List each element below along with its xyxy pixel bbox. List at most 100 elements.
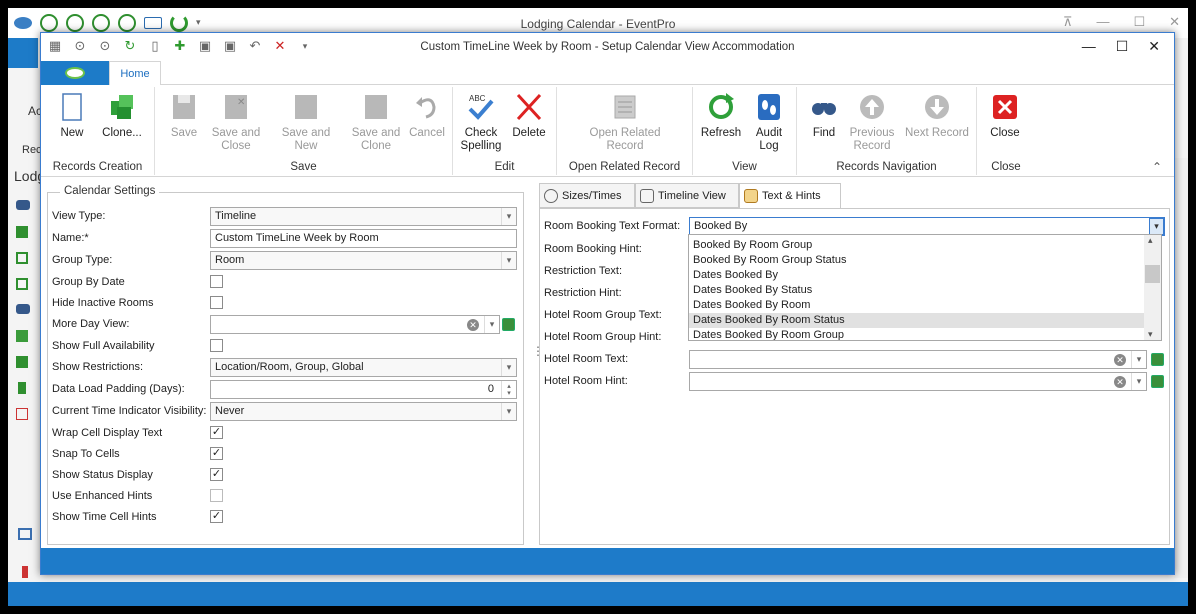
save-and-close-button[interactable]: ✕ Save and Close xyxy=(209,91,263,153)
restore-ribbon-icon[interactable]: ⊼ xyxy=(1063,14,1073,30)
dropdown-option[interactable]: Booked By Room Group Status xyxy=(689,253,1144,268)
grid-icon[interactable] xyxy=(16,356,28,368)
hotel-room-hint-select[interactable]: ✕ ▾ xyxy=(689,372,1147,391)
use-enhanced-hints-label: Use Enhanced Hints xyxy=(52,490,153,502)
dropdown-option[interactable]: Booked By Room Group xyxy=(689,238,1144,253)
show-status-display-label: Show Status Display xyxy=(52,469,153,481)
save-button[interactable]: Save xyxy=(167,91,201,140)
cancel-button-label: Cancel xyxy=(409,127,445,139)
maximize-icon[interactable]: ☐ xyxy=(1116,38,1129,55)
show-full-availability-checkbox[interactable] xyxy=(210,339,223,352)
group-by-date-checkbox[interactable] xyxy=(210,275,223,288)
chevron-down-icon[interactable]: ▾ xyxy=(501,359,516,376)
group-title: Edit xyxy=(494,161,515,173)
spinner-icon[interactable]: ▴ ▾ xyxy=(501,381,516,398)
current-time-indicator-select[interactable]: Never ▾ xyxy=(210,402,517,421)
chevron-down-icon[interactable]: ▾ xyxy=(501,252,516,269)
save-and-clone-button[interactable]: Save and Clone xyxy=(349,91,403,153)
grid-icon[interactable] xyxy=(16,330,28,342)
chevron-down-icon[interactable]: ▾ xyxy=(501,208,516,225)
app-menu-button[interactable] xyxy=(41,61,109,85)
clear-icon[interactable]: ✕ xyxy=(1114,376,1126,388)
delete-button[interactable]: Delete xyxy=(509,91,549,140)
calendar-icon[interactable] xyxy=(16,408,28,420)
open-related-record-button[interactable]: Open Related Record xyxy=(583,91,667,153)
save-new-icon xyxy=(295,95,317,119)
ribbon: New Clone... Records Creation Save ✕ Sav… xyxy=(41,85,1174,177)
minimize-icon[interactable]: — xyxy=(1082,38,1096,55)
clone-button[interactable]: Clone... xyxy=(97,91,147,140)
close-button[interactable]: Close xyxy=(987,91,1023,140)
hide-inactive-rooms-checkbox[interactable] xyxy=(210,296,223,309)
snap-to-cells-checkbox[interactable]: ✓ xyxy=(210,447,223,460)
hotel-room-text-select[interactable]: ✕ ▾ xyxy=(689,350,1147,369)
pin-icon[interactable] xyxy=(22,566,28,578)
grid-icon[interactable] xyxy=(16,226,28,238)
use-enhanced-hints-checkbox[interactable] xyxy=(210,489,223,502)
tab-sizes-times[interactable]: Sizes/Times xyxy=(539,183,635,208)
maximize-icon[interactable]: ☐ xyxy=(1133,14,1145,30)
data-load-padding-spinner[interactable]: 0 ▴ ▾ xyxy=(210,380,517,399)
wrap-cell-display-text-checkbox[interactable]: ✓ xyxy=(210,426,223,439)
refresh-button[interactable]: Refresh xyxy=(699,91,743,140)
calendar-settings-group: Calendar Settings View Type: Timeline ▾ … xyxy=(47,185,524,545)
group-type-select[interactable]: Room ▾ xyxy=(210,251,517,270)
scroll-down-icon[interactable]: ▾ xyxy=(1148,329,1153,340)
chevron-down-icon[interactable]: ▾ xyxy=(1131,373,1146,390)
scroll-up-icon[interactable]: ▴ xyxy=(1148,235,1153,246)
dropdown-option-selected[interactable]: Dates Booked By Room Status xyxy=(689,313,1144,328)
binoculars-icon xyxy=(812,103,836,115)
name-row: Name:* Custom TimeLine Week by Room xyxy=(52,229,518,249)
check-spelling-button[interactable]: ABC Check Spelling xyxy=(459,91,503,153)
calendar-icon[interactable] xyxy=(16,278,28,290)
next-record-button[interactable]: Next Record xyxy=(903,91,971,140)
chevron-down-icon[interactable]: ▾ xyxy=(1131,351,1146,368)
new-button[interactable]: New xyxy=(55,91,89,140)
view-type-select[interactable]: Timeline ▾ xyxy=(210,207,517,226)
lookup-icon[interactable] xyxy=(1151,375,1164,388)
scrollbar-thumb[interactable] xyxy=(1145,265,1160,283)
more-day-view-select[interactable]: ✕ ▾ xyxy=(210,315,500,334)
tab-text-hints[interactable]: Text & Hints xyxy=(739,183,841,209)
group-type-row: Group Type: Room ▾ xyxy=(52,251,518,271)
minimize-icon[interactable]: — xyxy=(1096,14,1109,30)
lookup-icon[interactable] xyxy=(1151,353,1164,366)
home-icon[interactable] xyxy=(18,528,32,540)
dropdown-option[interactable]: Dates Booked By Room xyxy=(689,298,1144,313)
collapse-ribbon-icon[interactable]: ⌃ xyxy=(1152,160,1162,174)
chevron-down-icon[interactable]: ▾ xyxy=(1149,218,1164,235)
close-icon[interactable]: ✕ xyxy=(1148,38,1160,55)
tab-home[interactable]: Home xyxy=(109,61,161,86)
show-restrictions-label: Show Restrictions: xyxy=(52,361,144,373)
name-input[interactable]: Custom TimeLine Week by Room xyxy=(210,229,517,248)
previous-record-button[interactable]: Previous Record xyxy=(847,91,897,153)
clear-icon[interactable]: ✕ xyxy=(467,319,479,331)
binoculars-icon[interactable] xyxy=(16,200,30,210)
calendar-icon[interactable] xyxy=(16,252,28,264)
hotel-room-group-text-label: Hotel Room Group Text: xyxy=(544,309,662,321)
chevron-down-icon[interactable]: ▾ xyxy=(484,316,499,333)
lookup-icon[interactable] xyxy=(502,318,515,331)
close-icon[interactable]: ✕ xyxy=(1169,14,1180,30)
dropdown-option[interactable]: Dates Booked By Status xyxy=(689,283,1144,298)
cancel-button[interactable]: Cancel xyxy=(407,91,447,140)
dropdown-scrollbar[interactable]: ▴ ▾ xyxy=(1144,235,1161,340)
binoculars-icon[interactable] xyxy=(16,304,30,314)
app-scrollbar[interactable] xyxy=(1174,158,1188,578)
dropdown-option[interactable]: Dates Booked By xyxy=(689,268,1144,283)
clone-icon xyxy=(111,95,133,119)
audit-log-button[interactable]: Audit Log xyxy=(749,91,789,153)
phone-icon[interactable] xyxy=(18,382,26,394)
show-status-display-checkbox[interactable]: ✓ xyxy=(210,468,223,481)
app-window-controls: ⊼ — ☐ ✕ xyxy=(1063,14,1180,30)
clear-icon[interactable]: ✕ xyxy=(1114,354,1126,366)
chevron-down-icon[interactable]: ▾ xyxy=(501,403,516,420)
show-time-cell-hints-row: Show Time Cell Hints ✓ xyxy=(52,508,518,528)
show-time-cell-hints-checkbox[interactable]: ✓ xyxy=(210,510,223,523)
tab-timeline-view[interactable]: Timeline View xyxy=(635,183,739,208)
dropdown-option[interactable]: Dates Booked By Room Group xyxy=(689,328,1144,340)
save-and-new-button[interactable]: Save and New xyxy=(269,91,343,153)
show-restrictions-select[interactable]: Location/Room, Group, Global ▾ xyxy=(210,358,517,377)
show-full-availability-row: Show Full Availability xyxy=(52,337,518,357)
find-button[interactable]: Find xyxy=(807,91,841,140)
